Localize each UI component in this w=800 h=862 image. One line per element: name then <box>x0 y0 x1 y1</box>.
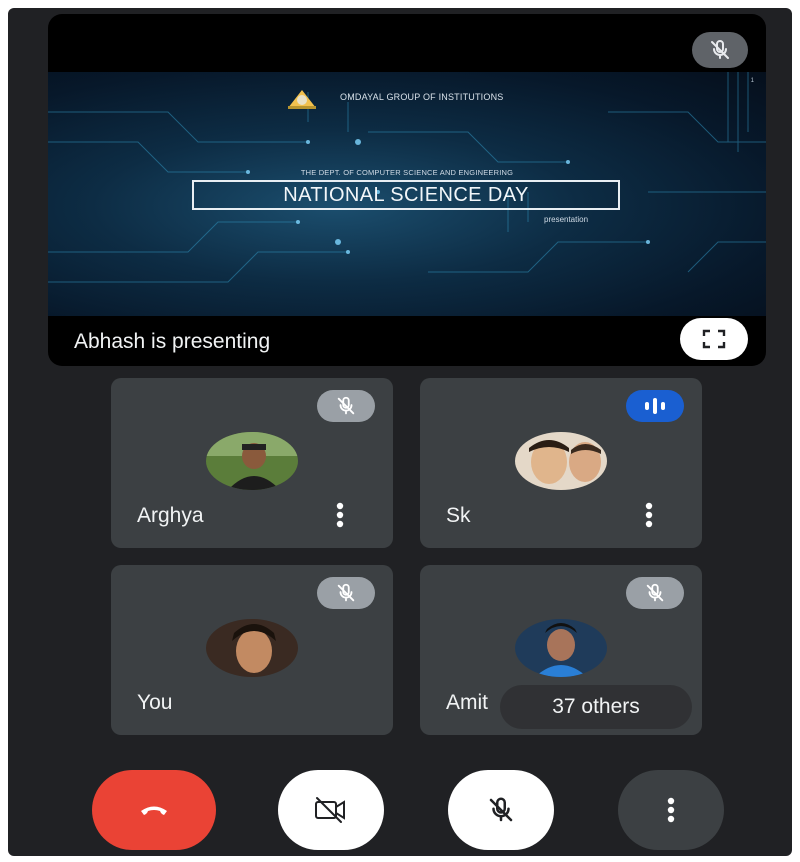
slide-subtitle: presentation <box>544 215 589 224</box>
slide-number: 1 <box>750 78 754 84</box>
more-vertical-icon[interactable] <box>329 500 351 530</box>
slide-org-name: OMDAYAL GROUP OF INSTITUTIONS <box>340 92 504 102</box>
avatar <box>206 432 298 490</box>
others-count-chip[interactable]: 37 others <box>500 685 692 729</box>
end-call-button[interactable] <box>92 770 216 850</box>
participant-tile-arghya[interactable]: Arghya <box>111 378 393 548</box>
more-vertical-icon <box>667 797 675 823</box>
mic-off-icon <box>317 390 375 422</box>
phone-hangup-icon <box>141 806 167 815</box>
avatar <box>515 432 607 490</box>
participant-name: Amit <box>446 691 488 714</box>
avatar <box>206 619 298 677</box>
mic-off-icon <box>317 577 375 609</box>
participant-name: Sk <box>446 504 471 527</box>
mic-off-icon <box>489 797 513 822</box>
presentation-card[interactable]: OMDAYAL GROUP OF INSTITUTIONS 1 THE DEPT… <box>48 14 766 366</box>
participant-tile-sk[interactable]: Sk <box>420 378 702 548</box>
mic-off-icon <box>626 577 684 609</box>
presenting-label: Abhash is presenting <box>74 330 271 353</box>
more-options-button[interactable] <box>618 770 724 850</box>
slide-department: THE DEPT. OF COMPUTER SCIENCE AND ENGINE… <box>300 168 514 177</box>
institution-logo <box>286 86 318 110</box>
fullscreen-button[interactable] <box>680 318 748 360</box>
meeting-screen: OMDAYAL GROUP OF INSTITUTIONS 1 THE DEPT… <box>8 8 792 856</box>
fullscreen-icon <box>702 329 726 349</box>
speaking-indicator-icon <box>626 390 684 422</box>
avatar <box>515 619 607 677</box>
participant-name: Arghya <box>137 504 204 527</box>
participant-tile-amit[interactable]: Amit 37 others <box>420 565 702 735</box>
participant-tile-you[interactable]: You <box>111 565 393 735</box>
slide-title-box: NATIONAL SCIENCE DAY <box>192 180 620 210</box>
mic-toggle-button[interactable] <box>448 770 554 850</box>
presenter-mic-off-icon <box>692 32 748 68</box>
camera-off-icon <box>315 797 345 823</box>
slide-title: NATIONAL SCIENCE DAY <box>283 183 529 206</box>
camera-toggle-button[interactable] <box>278 770 384 850</box>
more-vertical-icon[interactable] <box>638 500 660 530</box>
participant-name: You <box>137 691 173 714</box>
presentation-slide: OMDAYAL GROUP OF INSTITUTIONS 1 THE DEPT… <box>48 72 766 316</box>
